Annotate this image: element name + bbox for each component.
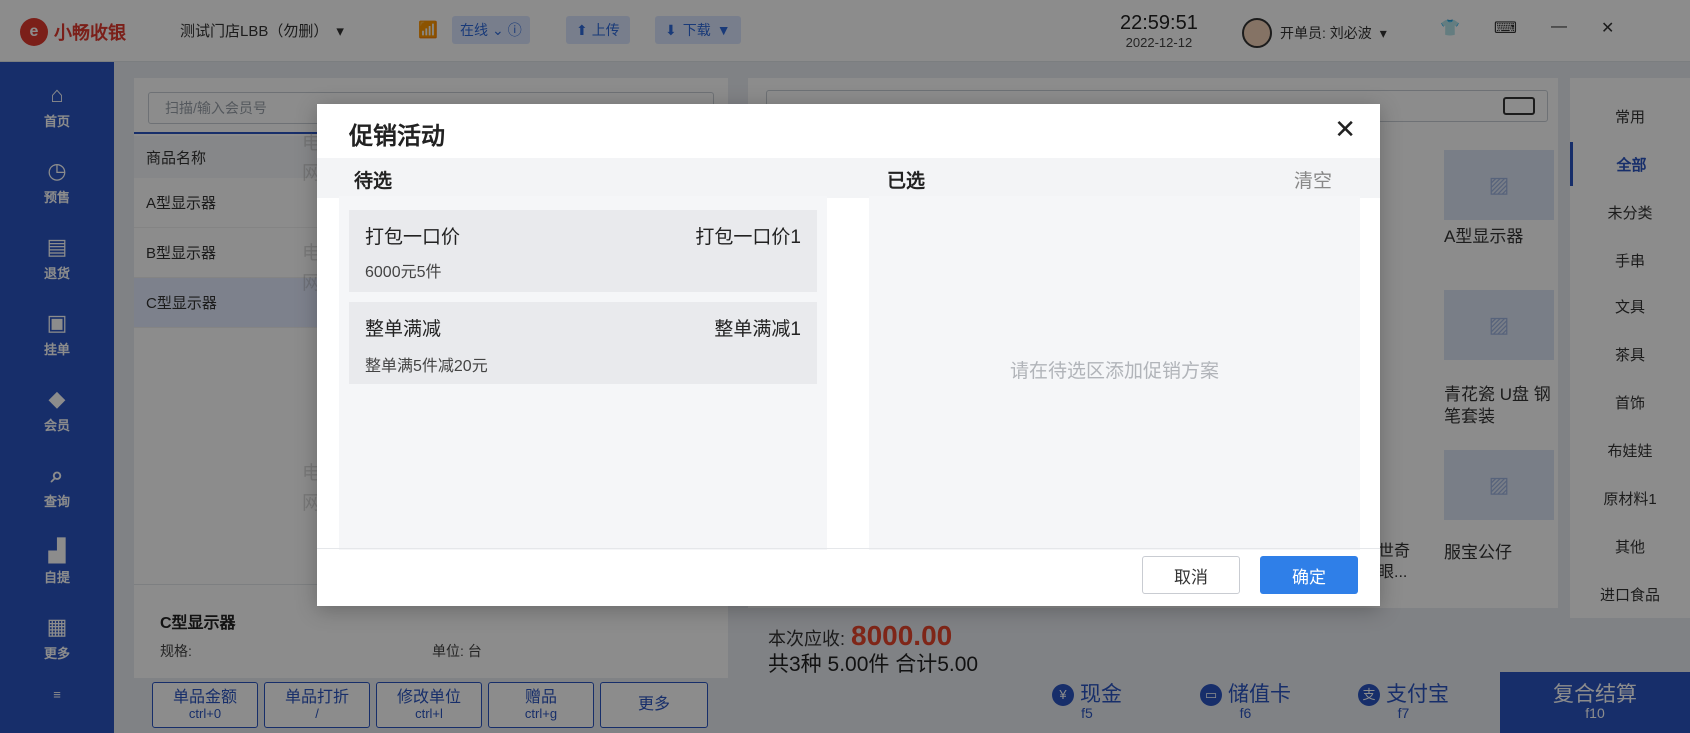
selected-section-title: 已选 <box>887 171 926 192</box>
promotion-dialog: 促销活动 ✕ 待选 已选 清空 打包一口价 打包一口价1 6000元5件 整单满… <box>317 104 1380 606</box>
section-header-band <box>317 158 1380 198</box>
promotion-name: 整单满减 <box>365 319 442 340</box>
promotion-item[interactable]: 打包一口价 打包一口价1 6000元5件 <box>349 210 817 292</box>
promotion-desc: 6000元5件 <box>365 264 442 281</box>
close-icon[interactable]: ✕ <box>1334 116 1356 142</box>
selected-promotions-list: 请在待选区添加促销方案 <box>869 196 1360 550</box>
promotion-code: 整单满减1 <box>714 319 801 340</box>
available-section-title: 待选 <box>354 171 393 192</box>
confirm-button[interactable]: 确定 <box>1260 556 1358 594</box>
cancel-button[interactable]: 取消 <box>1142 556 1240 594</box>
available-promotions-list: 打包一口价 打包一口价1 6000元5件 整单满减 整单满减1 整单满5件减20… <box>339 196 827 550</box>
divider <box>317 548 1380 549</box>
clear-button[interactable]: 清空 <box>1294 166 1332 193</box>
empty-hint: 请在待选区添加促销方案 <box>1009 361 1219 382</box>
promotion-name: 打包一口价 <box>365 227 461 248</box>
promotion-desc: 整单满5件减20元 <box>365 358 488 375</box>
promotion-item[interactable]: 整单满减 整单满减1 整单满5件减20元 <box>349 302 817 384</box>
promotion-code: 打包一口价1 <box>695 227 801 248</box>
dialog-title: 促销活动 <box>349 123 445 150</box>
